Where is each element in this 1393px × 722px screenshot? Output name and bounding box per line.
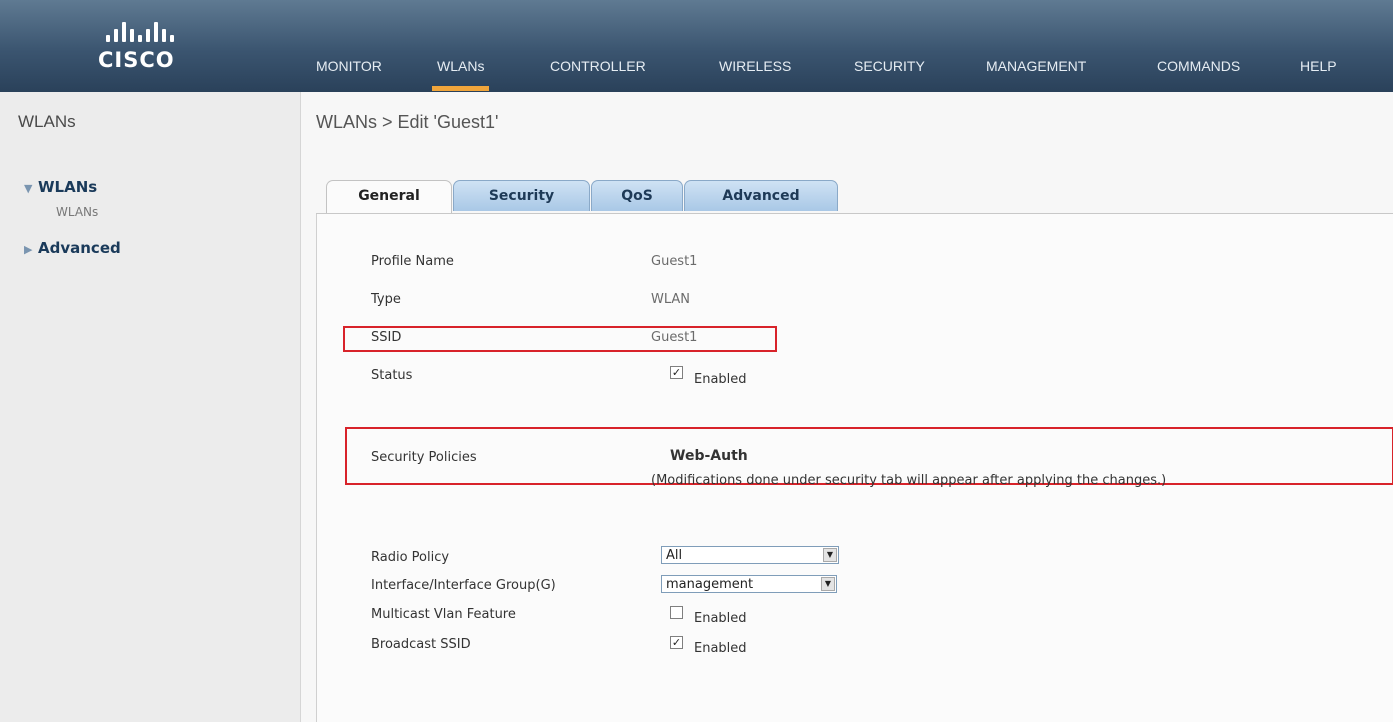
type-label: Type bbox=[371, 292, 401, 307]
security-note: (Modifications done under security tab w… bbox=[651, 473, 1167, 488]
ssid-value: Guest1 bbox=[651, 330, 698, 345]
type-value: WLAN bbox=[651, 292, 691, 307]
broadcast-ssid-checkbox[interactable]: ✓ bbox=[670, 636, 683, 649]
status-label: Status bbox=[371, 368, 413, 383]
sidebar-item-wlans[interactable]: ▼ WLANs bbox=[24, 178, 97, 196]
nav-commands[interactable]: COMMANDS bbox=[1157, 58, 1240, 88]
expanded-arrow-icon: ▼ bbox=[24, 182, 33, 195]
ssid-highlight-box bbox=[343, 326, 777, 352]
sidebar: WLANs ▼ WLANs WLANs ▶ Advanced bbox=[0, 92, 301, 722]
nav-controller[interactable]: CONTROLLER bbox=[550, 58, 646, 88]
dropdown-arrow-icon: ▼ bbox=[823, 548, 837, 562]
broadcast-ssid-label: Broadcast SSID bbox=[371, 637, 471, 652]
sidebar-title: WLANs bbox=[18, 112, 76, 131]
cisco-bars-icon bbox=[106, 18, 206, 42]
cisco-logo: CISCO bbox=[98, 14, 218, 84]
sidebar-item-advanced[interactable]: ▶ Advanced bbox=[24, 239, 121, 257]
status-enabled-label: Enabled bbox=[694, 372, 747, 387]
nav-wireless[interactable]: WIRELESS bbox=[719, 58, 791, 88]
sidebar-item-label: WLANs bbox=[38, 178, 98, 196]
nav-security[interactable]: SECURITY bbox=[854, 58, 925, 88]
sidebar-subitem-wlans[interactable]: WLANs bbox=[56, 205, 98, 219]
profile-name-label: Profile Name bbox=[371, 254, 454, 269]
profile-name-value: Guest1 bbox=[651, 254, 698, 269]
nav-help[interactable]: HELP bbox=[1300, 58, 1337, 88]
dropdown-arrow-icon: ▼ bbox=[821, 577, 835, 591]
interface-select[interactable]: management ▼ bbox=[661, 575, 837, 593]
interface-value: management bbox=[666, 577, 754, 592]
security-policies-value: Web-Auth bbox=[670, 448, 748, 464]
radio-policy-select[interactable]: All ▼ bbox=[661, 546, 839, 564]
top-header: CISCO MONITOR WLANs CONTROLLER WIRELESS … bbox=[0, 0, 1393, 92]
radio-policy-label: Radio Policy bbox=[371, 550, 450, 565]
multicast-checkbox[interactable] bbox=[670, 606, 683, 619]
logo-text: CISCO bbox=[98, 48, 175, 72]
broadcast-enabled-label: Enabled bbox=[694, 641, 747, 656]
security-policies-label: Security Policies bbox=[371, 450, 477, 465]
general-panel: Profile Name Guest1 Type WLAN SSID Guest… bbox=[316, 214, 1393, 722]
interface-label: Interface/Interface Group(G) bbox=[371, 578, 556, 593]
tab-qos[interactable]: QoS bbox=[591, 180, 683, 211]
nav-management[interactable]: MANAGEMENT bbox=[986, 58, 1086, 88]
tab-security[interactable]: Security bbox=[453, 180, 590, 211]
multicast-label: Multicast Vlan Feature bbox=[371, 607, 516, 622]
radio-policy-value: All bbox=[666, 548, 683, 563]
nav-monitor[interactable]: MONITOR bbox=[316, 58, 382, 88]
tab-advanced[interactable]: Advanced bbox=[684, 180, 838, 211]
page-title: WLANs > Edit 'Guest1' bbox=[316, 112, 499, 132]
collapsed-arrow-icon: ▶ bbox=[24, 243, 33, 256]
ssid-label: SSID bbox=[371, 330, 402, 345]
tab-general[interactable]: General bbox=[326, 180, 452, 214]
main-content: WLANs > Edit 'Guest1' General Security Q… bbox=[316, 92, 1393, 722]
status-checkbox[interactable]: ✓ bbox=[670, 366, 683, 379]
multicast-enabled-label: Enabled bbox=[694, 611, 747, 626]
sidebar-item-label: Advanced bbox=[38, 239, 121, 257]
nav-wlans[interactable]: WLANs bbox=[431, 58, 490, 91]
tab-bar: General Security QoS Advanced bbox=[316, 180, 1393, 214]
